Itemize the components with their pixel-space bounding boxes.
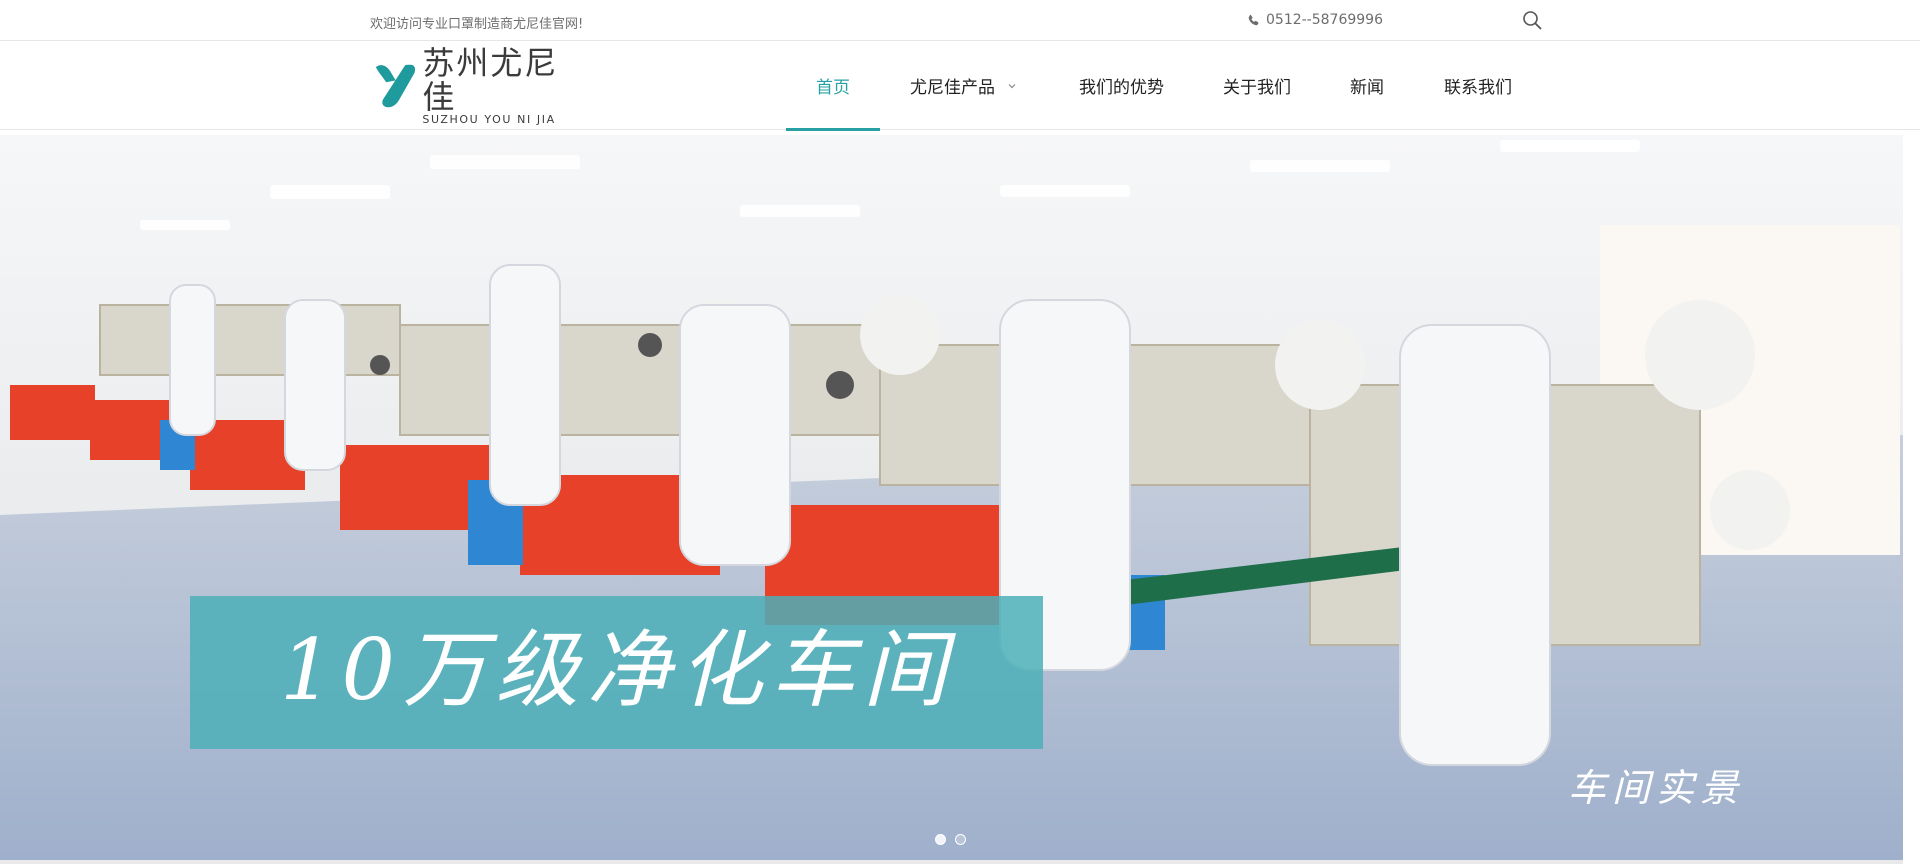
- carousel-dot-2[interactable]: [955, 834, 966, 845]
- site-logo[interactable]: 苏州尤尼佳 SUZHOU YOU NI JIA: [373, 46, 583, 126]
- nav-item-label: 尤尼佳产品: [910, 78, 995, 98]
- page-scrollbar[interactable]: [1903, 135, 1920, 864]
- workshop-photo: [0, 135, 1903, 860]
- logo-name-cn: 苏州尤尼佳: [422, 44, 559, 116]
- top-bar: 欢迎访问专业口罩制造商尤尼佳官网! 0512--58769996: [0, 0, 1920, 41]
- nav-item-products[interactable]: 尤尼佳产品: [910, 41, 1017, 130]
- page-bottom-divider: [0, 860, 1903, 864]
- banner-caption: 10万级净化车间: [280, 621, 955, 719]
- chevron-down-icon: [1008, 83, 1016, 88]
- site-header: 苏州尤尼佳 SUZHOU YOU NI JIA 首页 尤尼佳产品 我们的优势 关…: [0, 41, 1920, 131]
- nav-item-label: 我们的优势: [1079, 78, 1164, 98]
- nav-item-home[interactable]: 首页: [786, 41, 880, 131]
- carousel-dot-1[interactable]: [935, 834, 946, 845]
- nav-item-advantages[interactable]: 我们的优势: [1079, 41, 1164, 130]
- nav-item-news[interactable]: 新闻: [1350, 41, 1384, 130]
- nav-item-about[interactable]: 关于我们: [1223, 41, 1291, 130]
- nav-item-label: 关于我们: [1223, 78, 1291, 98]
- main-nav: 首页 尤尼佳产品 我们的优势 关于我们 新闻 联系我们: [786, 41, 1512, 131]
- phone-contact[interactable]: 0512--58769996: [1247, 12, 1383, 28]
- nav-item-label: 新闻: [1350, 78, 1384, 98]
- logo-name-en: SUZHOU YOU NI JIA: [422, 113, 556, 126]
- logo-text: 苏州尤尼佳 SUZHOU YOU NI JIA: [422, 46, 583, 126]
- nav-item-label: 联系我们: [1444, 78, 1512, 98]
- carousel-dots: [935, 834, 966, 845]
- search-icon[interactable]: [1522, 10, 1542, 30]
- nav-item-label: 首页: [816, 78, 850, 98]
- welcome-text: 欢迎访问专业口罩制造商尤尼佳官网!: [370, 17, 584, 32]
- phone-number: 0512--58769996: [1266, 12, 1383, 28]
- hero-banner[interactable]: 10万级净化车间 车间实景: [0, 135, 1903, 860]
- nav-item-contact[interactable]: 联系我们: [1444, 41, 1512, 130]
- banner-sub-caption: 车间实景: [1568, 766, 1745, 810]
- phone-icon: [1248, 14, 1259, 25]
- logo-mark-icon: [375, 64, 416, 108]
